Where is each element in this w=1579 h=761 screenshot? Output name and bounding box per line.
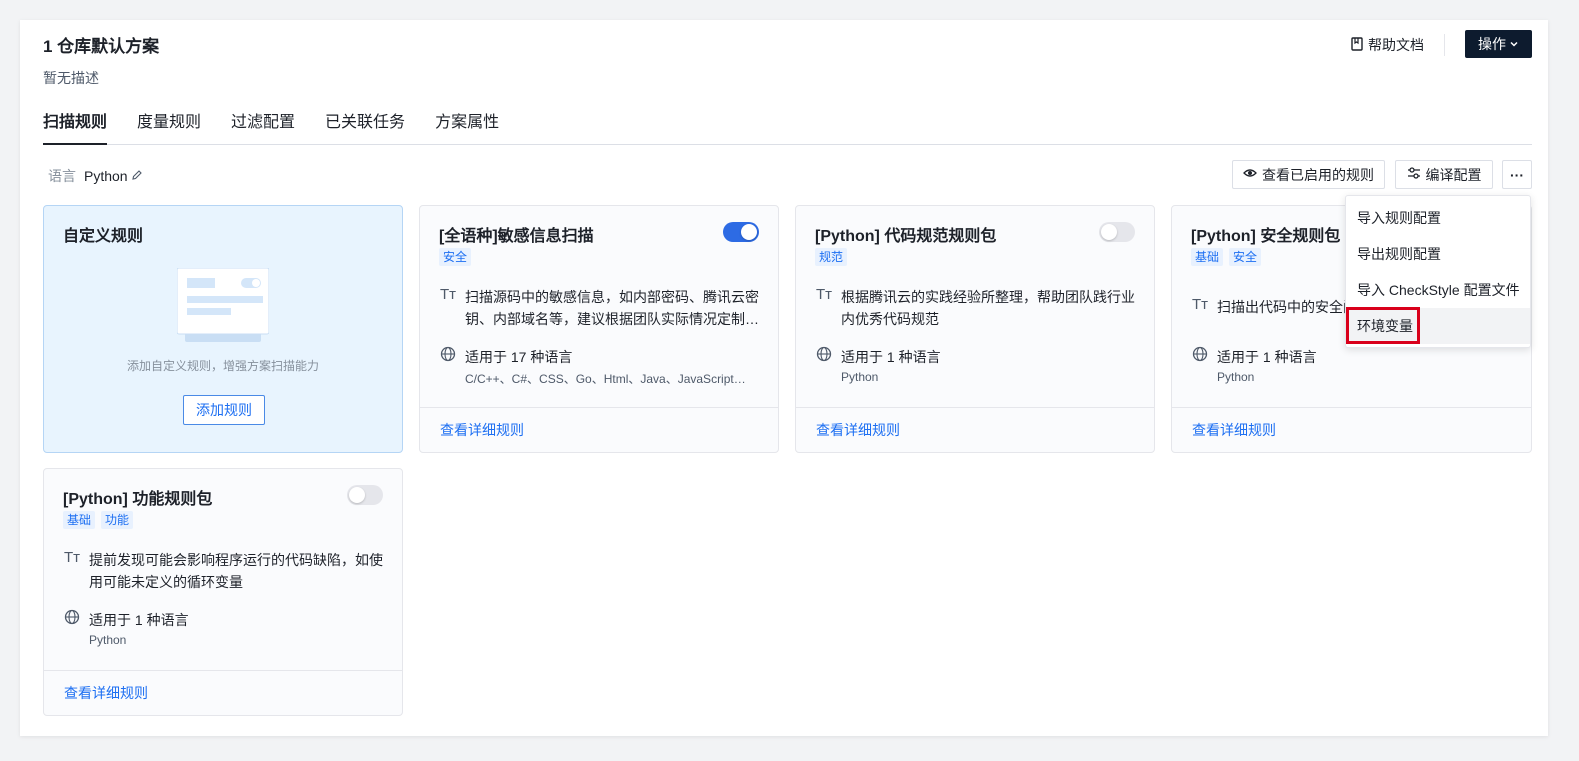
globe-icon [439, 346, 457, 387]
tab-filter-config[interactable]: 过滤配置 [231, 108, 295, 145]
view-rules-link[interactable]: 查看详细规则 [1172, 407, 1531, 452]
rule-package-card: [全语种]敏感信息扫描 安全 Tт 扫描源码中的敏感信息，如内部密码、腾讯云密钥… [419, 205, 779, 453]
help-docs-label: 帮助文档 [1368, 37, 1424, 53]
tag: 安全 [439, 248, 472, 266]
chevron-down-icon [1509, 36, 1519, 52]
empty-illustration [176, 267, 270, 346]
view-rules-link[interactable]: 查看详细规则 [44, 670, 402, 715]
view-rules-link[interactable]: 查看详细规则 [796, 407, 1154, 452]
languages-list: Python [1217, 370, 1255, 384]
card-title: [Python] 功能规则包 [63, 491, 213, 508]
card-title: [全语种]敏感信息扫描 [439, 228, 594, 245]
toggle-knob [349, 487, 365, 503]
card-description: 扫描源码中的敏感信息，如内部密码、腾讯云密钥、内部域名等，建议根据团队实际情况定… [465, 289, 759, 327]
more-options-button[interactable]: ··· [1502, 160, 1532, 189]
globe-icon [1191, 346, 1209, 384]
scheme-page: 1 仓库默认方案 暂无描述 帮助文档 操作 扫描规则 度量规则 过滤配置 已关联… [20, 20, 1548, 736]
tab-bar: 扫描规则 度量规则 过滤配置 已关联任务 方案属性 [43, 108, 1532, 145]
tab-linked-tasks[interactable]: 已关联任务 [325, 108, 405, 145]
text-icon: Tт [815, 286, 833, 303]
document-icon [1350, 36, 1364, 54]
tab-metric-rules[interactable]: 度量规则 [137, 108, 201, 145]
menu-item-import-rule-config[interactable]: 导入规则配置 [1346, 200, 1530, 236]
toggle-knob [741, 224, 757, 240]
operation-button[interactable]: 操作 [1465, 30, 1532, 58]
menu-item-environment-variables[interactable]: 环境变量 [1346, 308, 1530, 344]
card-description: 根据腾讯云的实践经验所整理，帮助团队践行业内优秀代码规范 [841, 289, 1135, 327]
languages-count: 适用于 17 种语言 [465, 349, 573, 365]
globe-icon [63, 609, 81, 647]
tag: 安全 [1229, 248, 1262, 266]
help-docs-link[interactable]: 帮助文档 [1350, 35, 1424, 55]
compile-config-button[interactable]: 编译配置 [1395, 160, 1493, 189]
eye-icon [1243, 166, 1257, 183]
tab-scan-rules[interactable]: 扫描规则 [43, 108, 108, 145]
globe-icon [815, 346, 833, 384]
more-options-menu: 导入规则配置 导出规则配置 导入 CheckStyle 配置文件 环境变量 [1345, 195, 1531, 348]
enable-toggle[interactable] [723, 222, 759, 242]
custom-rules-title: 自定义规则 [63, 228, 144, 245]
language-selector: 语言 Python [48, 166, 143, 186]
rule-package-card: [Python] 代码规范规则包 规范 Tт 根据腾讯云的实践经验所整理，帮助团… [795, 205, 1155, 453]
text-icon: Tт [63, 549, 81, 566]
enable-toggle[interactable] [347, 485, 383, 505]
custom-rules-hint: 添加自定义规则，增强方案扫描能力 [126, 359, 319, 373]
card-title: [Python] 安全规则包 [1191, 228, 1341, 245]
card-title: [Python] 代码规范规则包 [815, 228, 997, 245]
view-enabled-rules-label: 查看已启用的规则 [1262, 166, 1374, 183]
operation-label: 操作 [1478, 36, 1506, 52]
page-description: 暂无描述 [43, 70, 99, 86]
sliders-icon [1407, 166, 1421, 183]
compile-config-label: 编译配置 [1425, 166, 1482, 183]
header-divider [1444, 34, 1445, 56]
language-value-text: Python [84, 168, 128, 184]
languages-list: C/C++、C#、CSS、Go、Html、Java、JavaScript、Kot… [465, 372, 755, 386]
toggle-knob [1101, 224, 1117, 240]
languages-count: 适用于 1 种语言 [1217, 349, 1317, 365]
view-enabled-rules-button[interactable]: 查看已启用的规则 [1232, 160, 1385, 189]
card-description: 提前发现可能会影响程序运行的代码缺陷，如使用可能未定义的循环变量 [89, 552, 383, 590]
pencil-icon[interactable] [131, 168, 143, 184]
add-rule-button[interactable]: 添加规则 [183, 395, 265, 425]
languages-list: Python [841, 370, 879, 384]
menu-item-import-checkstyle[interactable]: 导入 CheckStyle 配置文件 [1346, 272, 1530, 308]
tab-scheme-properties[interactable]: 方案属性 [435, 108, 499, 145]
custom-rules-card: 自定义规则 添加自定义规则，增强方案扫描能力 添加规则 [43, 205, 403, 453]
text-icon: Tт [439, 286, 457, 303]
tag: 规范 [815, 248, 848, 266]
enable-toggle[interactable] [1099, 222, 1135, 242]
menu-item-export-rule-config[interactable]: 导出规则配置 [1346, 236, 1530, 272]
rule-package-card: [Python] 功能规则包 基础 功能 Tт 提前发现可能会影响程序运行的代码… [43, 468, 403, 716]
text-icon: Tт [1191, 296, 1209, 313]
language-label: 语言 [48, 168, 76, 184]
languages-count: 适用于 1 种语言 [89, 612, 189, 628]
more-icon: ··· [1510, 166, 1524, 183]
languages-list: Python [89, 633, 127, 647]
page-title: 1 仓库默认方案 [43, 37, 160, 56]
tag: 功能 [101, 511, 134, 529]
languages-count: 适用于 1 种语言 [841, 349, 941, 365]
view-rules-link[interactable]: 查看详细规则 [420, 407, 778, 452]
language-value[interactable]: Python [84, 168, 143, 184]
tag: 基础 [63, 511, 96, 529]
tag: 基础 [1191, 248, 1224, 266]
